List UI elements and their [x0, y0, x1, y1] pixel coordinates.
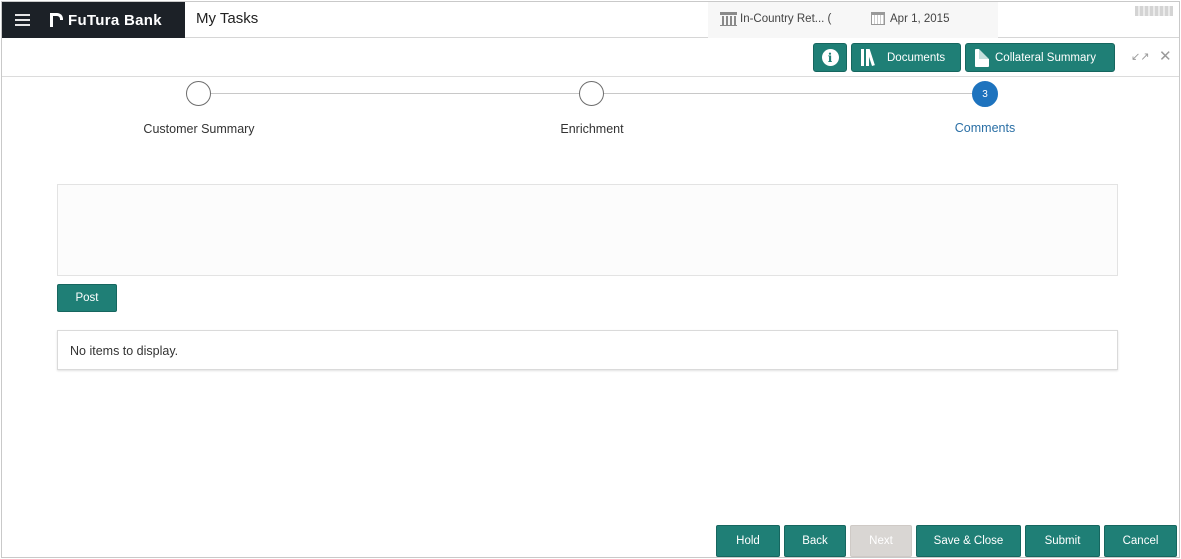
- close-icon[interactable]: ✕: [1159, 47, 1172, 65]
- post-button[interactable]: Post: [57, 284, 117, 312]
- info-button[interactable]: i: [813, 43, 847, 72]
- date-label: Apr 1, 2015: [890, 12, 950, 25]
- bank-logo-icon: [48, 12, 63, 28]
- submit-button[interactable]: Submit: [1025, 525, 1100, 557]
- bank-building-icon: [720, 12, 737, 26]
- empty-list-message: No items to display.: [70, 344, 179, 358]
- collateral-summary-label: Collateral Summary: [995, 51, 1096, 64]
- library-icon: [861, 48, 879, 66]
- user-menu[interactable]: [1135, 6, 1173, 16]
- step-label-enrichment[interactable]: Enrichment: [492, 122, 692, 136]
- branch-label: In-Country Ret... (: [740, 13, 832, 25]
- collateral-summary-button[interactable]: Collateral Summary: [965, 43, 1115, 72]
- step-enrichment[interactable]: [579, 81, 604, 106]
- step-number: 3: [982, 88, 988, 100]
- info-icon: i: [821, 49, 839, 66]
- page-title: My Tasks: [196, 10, 259, 27]
- back-button[interactable]: Back: [784, 525, 846, 557]
- documents-label: Documents: [887, 51, 946, 64]
- brand-name: FuTura Bank: [68, 11, 162, 29]
- save-close-button[interactable]: Save & Close: [916, 525, 1021, 557]
- task-toolbar: i Documents Collateral Summary ↙↗ ✕: [2, 39, 1179, 77]
- step-label-customer-summary[interactable]: Customer Summary: [99, 122, 299, 136]
- date-display: Apr 1, 2015: [871, 12, 949, 25]
- next-button[interactable]: Next: [850, 525, 912, 557]
- header-info: In-Country Ret... ( Apr 1, 2015: [708, 2, 998, 38]
- step-customer-summary[interactable]: [186, 81, 211, 106]
- comment-input[interactable]: [57, 184, 1118, 276]
- step-comments[interactable]: 3: [972, 81, 998, 107]
- step-label-comments[interactable]: Comments: [885, 121, 1085, 135]
- brand-block: FuTura Bank: [2, 2, 185, 38]
- branch-selector[interactable]: In-Country Ret... (: [720, 12, 831, 26]
- minimize-icon[interactable]: ↙↗: [1131, 50, 1149, 63]
- calendar-icon: [871, 12, 885, 25]
- comments-list: No items to display.: [57, 330, 1118, 370]
- cancel-button[interactable]: Cancel: [1104, 525, 1177, 557]
- document-icon: [975, 48, 989, 67]
- top-header: FuTura Bank My Tasks In-Country Ret... (…: [2, 2, 1179, 38]
- hamburger-menu-icon[interactable]: [2, 2, 42, 38]
- hold-button[interactable]: Hold: [716, 525, 780, 557]
- documents-button[interactable]: Documents: [851, 43, 961, 72]
